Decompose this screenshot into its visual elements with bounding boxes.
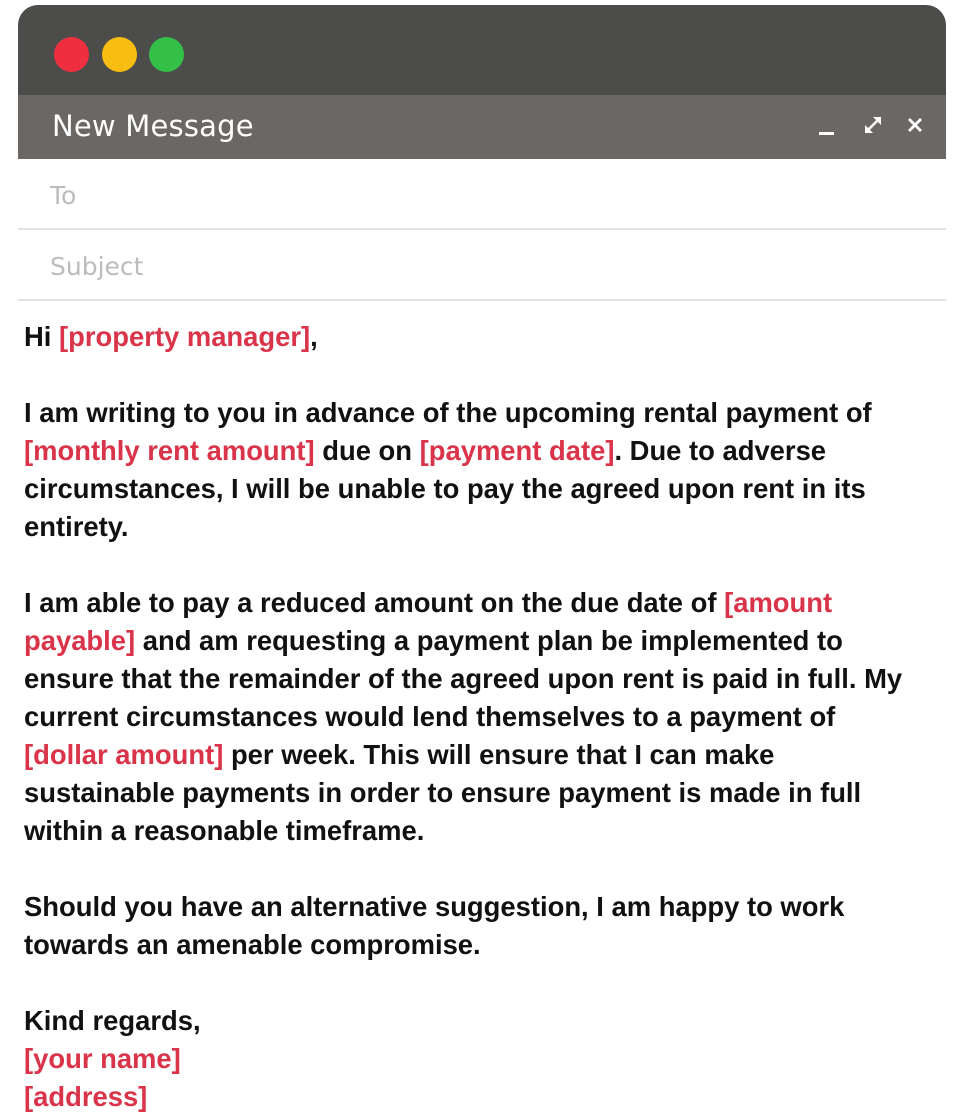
page-title: New Message: [52, 109, 254, 143]
email-body[interactable]: Hi [property manager], I am writing to y…: [24, 318, 904, 1116]
placeholder-address: [address]: [24, 1081, 148, 1112]
expand-icon: [865, 117, 881, 133]
minimize-window-dot[interactable]: [102, 37, 137, 72]
placeholder-your-name: [your name]: [24, 1043, 181, 1074]
paragraph-2: I am able to pay a reduced amount on the…: [24, 587, 903, 846]
expand-button[interactable]: [860, 111, 886, 139]
close-icon: [908, 118, 922, 132]
placeholder-property-manager: [property manager]: [59, 321, 311, 352]
window-titlebar: [18, 5, 946, 95]
subject-input[interactable]: [50, 244, 910, 288]
to-input[interactable]: [50, 173, 910, 217]
paragraph-3: Should you have an alternative suggestio…: [24, 891, 845, 960]
close-button[interactable]: [902, 111, 928, 139]
minimize-button[interactable]: [814, 111, 840, 139]
close-window-dot[interactable]: [54, 37, 89, 72]
to-field-row: [18, 159, 946, 230]
new-message-header: New Message: [18, 95, 946, 159]
placeholder-dollar-amount: [dollar amount]: [24, 739, 224, 770]
placeholder-payment-date: [payment date]: [419, 435, 615, 466]
minimize-icon: [819, 132, 834, 135]
paragraph-1: I am writing to you in advance of the up…: [24, 397, 872, 542]
placeholder-monthly-rent: [monthly rent amount]: [24, 435, 315, 466]
greeting-line: Hi [property manager],: [24, 321, 318, 352]
subject-field-row: [18, 230, 946, 301]
signoff: Kind regards,: [24, 1005, 201, 1036]
zoom-window-dot[interactable]: [149, 37, 184, 72]
